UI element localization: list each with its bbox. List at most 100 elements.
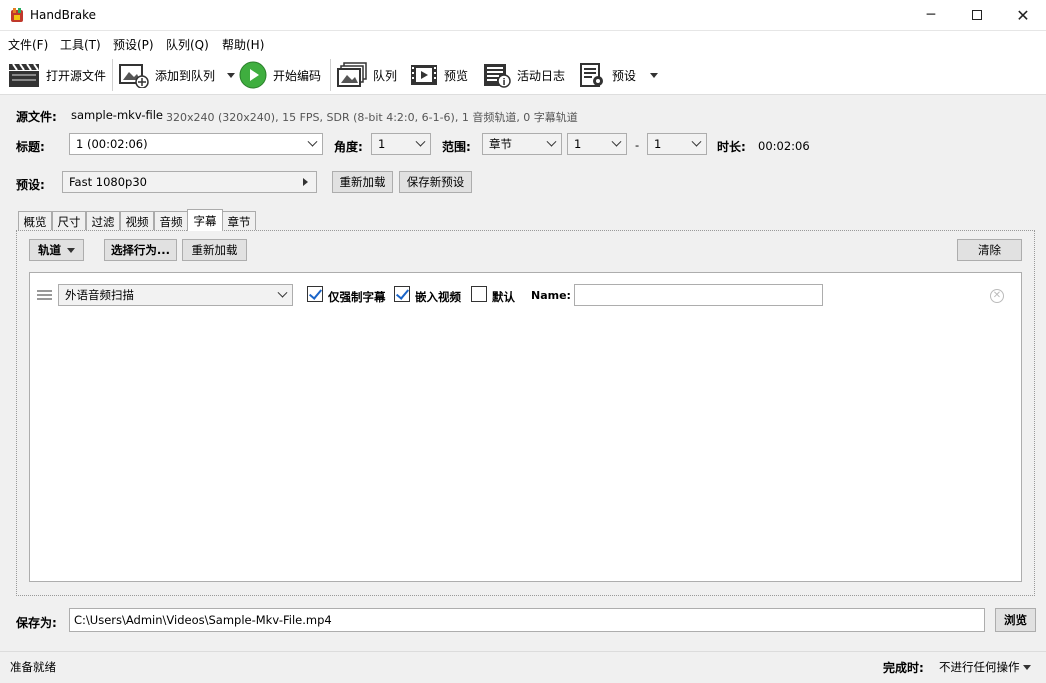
play-icon	[239, 61, 267, 89]
minimize-button[interactable]: ─	[908, 0, 954, 30]
queue-images-icon	[337, 62, 367, 87]
preview-button[interactable]: 预览	[410, 60, 468, 90]
range-start-select[interactable]: 1	[567, 133, 627, 155]
preview-label: 预览	[444, 68, 469, 83]
duration-value: 00:02:06	[758, 139, 810, 153]
default-label: 默认	[492, 290, 515, 304]
tracks-button[interactable]: 轨道	[29, 239, 84, 261]
open-source-button[interactable]: 打开源文件	[8, 60, 106, 90]
chevron-down-icon	[307, 136, 318, 147]
chevron-down-icon	[1022, 664, 1031, 670]
save-path-input[interactable]: C:\Users\Admin\Videos\Sample-Mkv-File.mp…	[69, 608, 985, 632]
chevron-down-icon[interactable]	[650, 72, 659, 78]
reload-preset-button[interactable]: 重新加载	[332, 171, 393, 193]
when-done-dropdown[interactable]: 不进行任何操作	[939, 658, 1031, 676]
range-label: 范围:	[442, 140, 471, 154]
tab-filters[interactable]: 过滤	[86, 211, 120, 231]
title-select[interactable]: 1 (00:02:06)	[69, 133, 323, 155]
save-new-preset-button[interactable]: 保存新预设	[399, 171, 472, 193]
activity-log-icon: i	[484, 64, 511, 88]
tab-audio-label: 音频	[159, 214, 183, 229]
subtitle-name-input[interactable]	[574, 284, 823, 306]
tab-subtitles[interactable]: 字幕	[187, 209, 223, 231]
status-bar: 准备就绪 完成时: 不进行任何操作	[0, 651, 1046, 683]
preset-settings-icon	[580, 63, 603, 87]
menu-bar: 文件(F) 工具(T) 预设(P) 队列(Q) 帮助(H)	[0, 31, 1046, 55]
title-label: 标题:	[16, 140, 45, 154]
range-end-select[interactable]: 1	[647, 133, 707, 155]
list-item: 外语音频扫描 仅强制字幕 嵌入视频 默认 Name: ✕	[30, 281, 1021, 311]
tab-summary[interactable]: 概览	[18, 211, 52, 231]
film-preview-icon	[411, 65, 437, 85]
range-start-value: 1	[574, 137, 582, 151]
add-image-icon	[119, 64, 149, 88]
when-done-label: 完成时:	[883, 661, 924, 675]
menu-file[interactable]: 文件(F)	[8, 36, 48, 53]
preset-label: 预设:	[16, 178, 45, 192]
angle-select-value: 1	[378, 137, 386, 151]
tab-video-label: 视频	[125, 214, 149, 229]
reload-subtitles-label: 重新加载	[191, 243, 238, 257]
range-type-select[interactable]: 章节	[482, 133, 562, 155]
tab-audio[interactable]: 音频	[154, 211, 188, 231]
drag-handle-icon[interactable]	[37, 290, 52, 300]
burn-in-checkbox[interactable]	[394, 286, 410, 302]
add-to-queue-button[interactable]: 添加到队列	[119, 60, 236, 90]
default-checkbox[interactable]	[471, 286, 487, 302]
clear-button[interactable]: 清除	[957, 239, 1022, 261]
tab-chapters[interactable]: 章节	[222, 211, 256, 231]
tracks-label: 轨道	[38, 243, 61, 257]
start-encode-button[interactable]: 开始编码	[239, 60, 321, 90]
svg-text:i: i	[502, 78, 505, 88]
status-text: 准备就绪	[10, 660, 56, 674]
menu-help[interactable]: 帮助(H)	[222, 36, 264, 53]
minimize-icon: ─	[926, 7, 936, 23]
forced-only-label: 仅强制字幕	[328, 290, 386, 304]
save-new-preset-label: 保存新预设	[406, 175, 465, 189]
maximize-icon	[972, 10, 982, 20]
maximize-button[interactable]	[954, 0, 1000, 30]
save-path-value: C:\Users\Admin\Videos\Sample-Mkv-File.mp…	[74, 613, 332, 627]
menu-queue[interactable]: 队列(Q)	[166, 36, 209, 53]
preset-select[interactable]: Fast 1080p30	[62, 171, 317, 193]
chevron-right-icon	[303, 178, 308, 186]
add-to-queue-label: 添加到队列	[155, 68, 216, 83]
chevron-down-icon	[67, 247, 75, 253]
activity-log-label: 活动日志	[517, 68, 566, 83]
presets-button[interactable]: 预设	[578, 60, 659, 90]
close-button[interactable]: ✕	[1000, 0, 1046, 30]
presets-label: 预设	[612, 68, 637, 83]
subtitle-track-select[interactable]: 外语音频扫描	[58, 284, 293, 306]
tab-summary-label: 概览	[23, 214, 47, 229]
chevron-down-icon	[546, 136, 557, 147]
clapperboard-icon	[9, 63, 39, 87]
browse-button[interactable]: 浏览	[995, 608, 1036, 632]
source-label: 源文件:	[16, 110, 57, 124]
angle-select[interactable]: 1	[371, 133, 431, 155]
subtitle-track-value: 外语音频扫描	[65, 288, 134, 302]
reload-preset-label: 重新加载	[339, 175, 386, 189]
activity-log-button[interactable]: i 活动日志	[483, 60, 565, 90]
handbrake-logo-icon	[11, 8, 23, 22]
open-source-label: 打开源文件	[46, 68, 107, 83]
reload-subtitles-button[interactable]: 重新加载	[182, 239, 247, 261]
chevron-down-icon	[277, 287, 288, 298]
range-end-value: 1	[654, 137, 662, 151]
range-dash: -	[635, 138, 640, 152]
choose-behavior-label: 选择行为...	[110, 243, 171, 257]
title-bar: HandBrake ─ ✕	[0, 0, 1046, 31]
chevron-down-icon	[415, 136, 426, 147]
chevron-down-icon	[611, 136, 622, 147]
remove-track-icon[interactable]: ✕	[990, 289, 1004, 303]
queue-button[interactable]: 队列	[337, 60, 397, 90]
duration-label: 时长:	[717, 140, 746, 154]
close-icon: ✕	[1016, 5, 1030, 25]
forced-only-checkbox[interactable]	[307, 286, 323, 302]
chevron-down-icon[interactable]	[227, 72, 236, 78]
choose-behavior-button[interactable]: 选择行为...	[104, 239, 177, 261]
save-as-label: 保存为:	[16, 616, 57, 630]
tab-video[interactable]: 视频	[120, 211, 154, 231]
menu-tools[interactable]: 工具(T)	[60, 36, 101, 53]
menu-presets[interactable]: 预设(P)	[113, 36, 154, 53]
tab-dimensions[interactable]: 尺寸	[52, 211, 86, 231]
